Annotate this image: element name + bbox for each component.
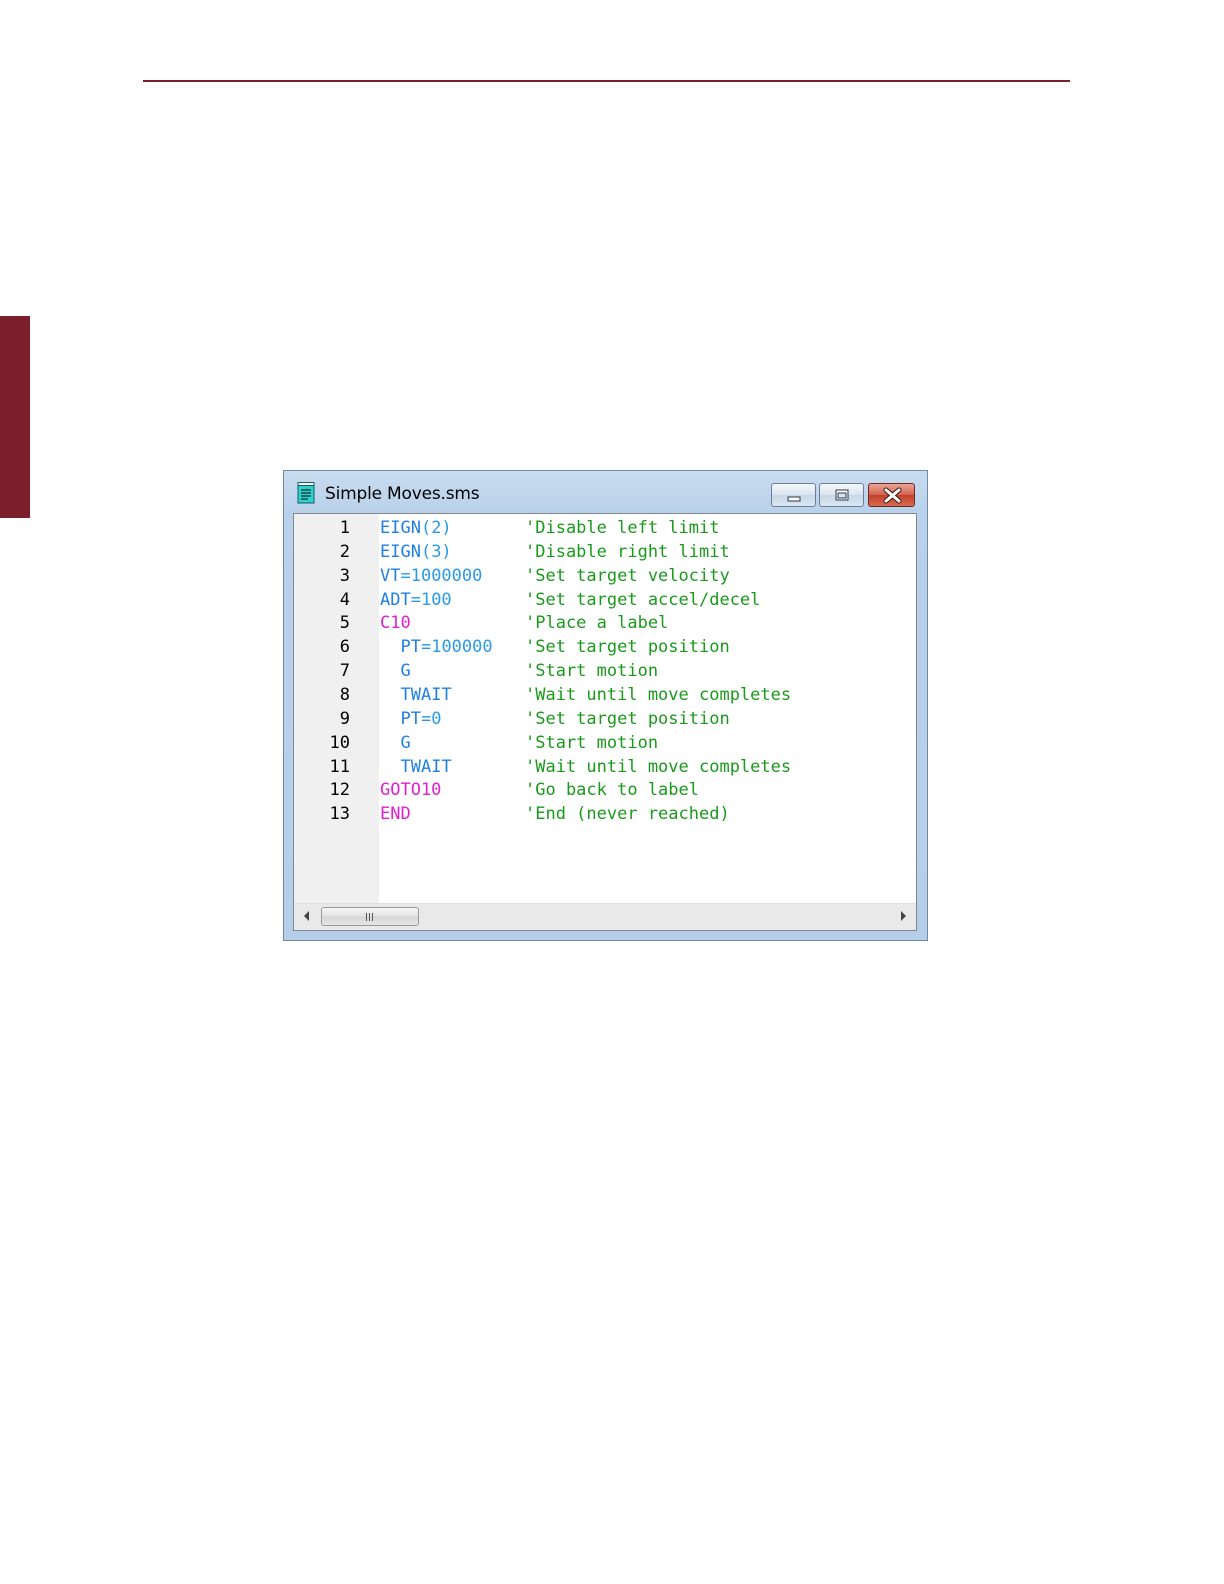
code-statement: ADT=100 [380, 588, 452, 612]
code-statement: EIGN(2) [380, 516, 452, 540]
scroll-right-arrow-icon[interactable] [901, 911, 906, 921]
grip-icon [366, 913, 373, 921]
document-icon [297, 482, 315, 504]
code-statement: TWAIT [380, 755, 452, 779]
editor-window: Simple Moves.sms 1 EIGN(2) 'Disable left l… [283, 470, 928, 941]
scroll-left-arrow-icon[interactable] [304, 911, 309, 921]
line-number: 9 [339, 708, 350, 729]
code-statement: TWAIT [380, 683, 452, 707]
minimize-icon [787, 496, 801, 502]
code-label-token: GOTO10 [380, 780, 442, 801]
code-value-token: (3) [420, 541, 452, 562]
code-comment: 'Set target position [525, 708, 730, 729]
code-statement: EIGN(3) [380, 540, 452, 564]
code-comment: 'Go back to label [525, 780, 699, 801]
code-command-token: G [400, 732, 411, 753]
close-button[interactable] [868, 483, 915, 507]
code-statement: C10 [380, 611, 411, 635]
code-editor[interactable]: 1 EIGN(2) 'Disable left limit 2 EIGN(3) 'Disa… [294, 514, 916, 904]
code-value-token: (2) [420, 518, 452, 538]
chapter-side-tab [0, 316, 30, 518]
line-number: 12 [329, 780, 350, 801]
code-value-token: =100000 [420, 637, 493, 658]
code-label-token: C10 [380, 613, 411, 634]
line-number: 8 [339, 684, 350, 705]
code-command-token: PT [400, 708, 421, 729]
code-value-token: =1000000 [400, 565, 483, 586]
code-comment: 'Set target position [525, 637, 730, 658]
code-statement: G [380, 659, 411, 683]
code-comment: 'Wait until move completes [525, 684, 792, 705]
code-statement: G [380, 731, 411, 755]
code-comment: 'Start motion [525, 661, 659, 682]
code-comment: 'Set target accel/decel [525, 589, 761, 610]
title-bar[interactable]: Simple Moves.sms [284, 471, 927, 513]
line-number: 7 [339, 661, 350, 682]
editor-client-area[interactable]: 1 EIGN(2) 'Disable left limit 2 EIGN(3) 'Disa… [293, 513, 917, 931]
code-comment: 'Start motion [525, 732, 659, 753]
close-icon [883, 487, 902, 504]
window-title: Simple Moves.sms [325, 484, 480, 504]
code-comment: 'Disable right limit [525, 541, 730, 562]
code-comment: 'Set target velocity [525, 565, 730, 586]
code-command-token: ADT [380, 589, 411, 610]
line-number: 13 [329, 804, 350, 825]
line-number: 10 [329, 732, 350, 753]
code-comment: 'Place a label [525, 613, 669, 634]
code-statement: GOTO10 [380, 778, 441, 802]
code-value-token: =100 [410, 589, 452, 610]
line-number: 5 [339, 613, 350, 634]
code-command-token: TWAIT [400, 756, 452, 777]
code-command-token: PT [400, 637, 421, 658]
code-statement: PT=100000 [380, 635, 493, 659]
code-command-token: TWAIT [400, 684, 452, 705]
code-comment: 'Wait until move completes [525, 756, 792, 777]
code-value-token: =0 [420, 708, 442, 729]
code-comment: 'Disable left limit [525, 518, 720, 538]
code-statement: VT=1000000 [380, 564, 482, 588]
horizontal-scrollbar[interactable] [294, 903, 916, 930]
line-number: 4 [339, 589, 350, 610]
code-command-token: EIGN [380, 541, 421, 562]
maximize-icon [835, 489, 849, 501]
code-statement: PT=0 [380, 707, 441, 731]
code-command-token: VT [380, 565, 401, 586]
code-comment: 'End (never reached) [525, 804, 730, 825]
code-command-token: EIGN [380, 518, 421, 538]
line-number: 11 [329, 756, 350, 777]
line-number: 2 [339, 541, 350, 562]
minimize-button[interactable] [771, 483, 816, 507]
maximize-button[interactable] [819, 483, 864, 507]
line-number: 1 [339, 518, 350, 538]
code-label-token: END [380, 804, 411, 825]
scrollbar-thumb[interactable] [321, 907, 419, 926]
line-number: 3 [339, 565, 350, 586]
header-rule [143, 80, 1070, 82]
line-number: 6 [339, 637, 350, 658]
code-command-token: G [400, 661, 411, 682]
code-statement: END [380, 802, 411, 826]
